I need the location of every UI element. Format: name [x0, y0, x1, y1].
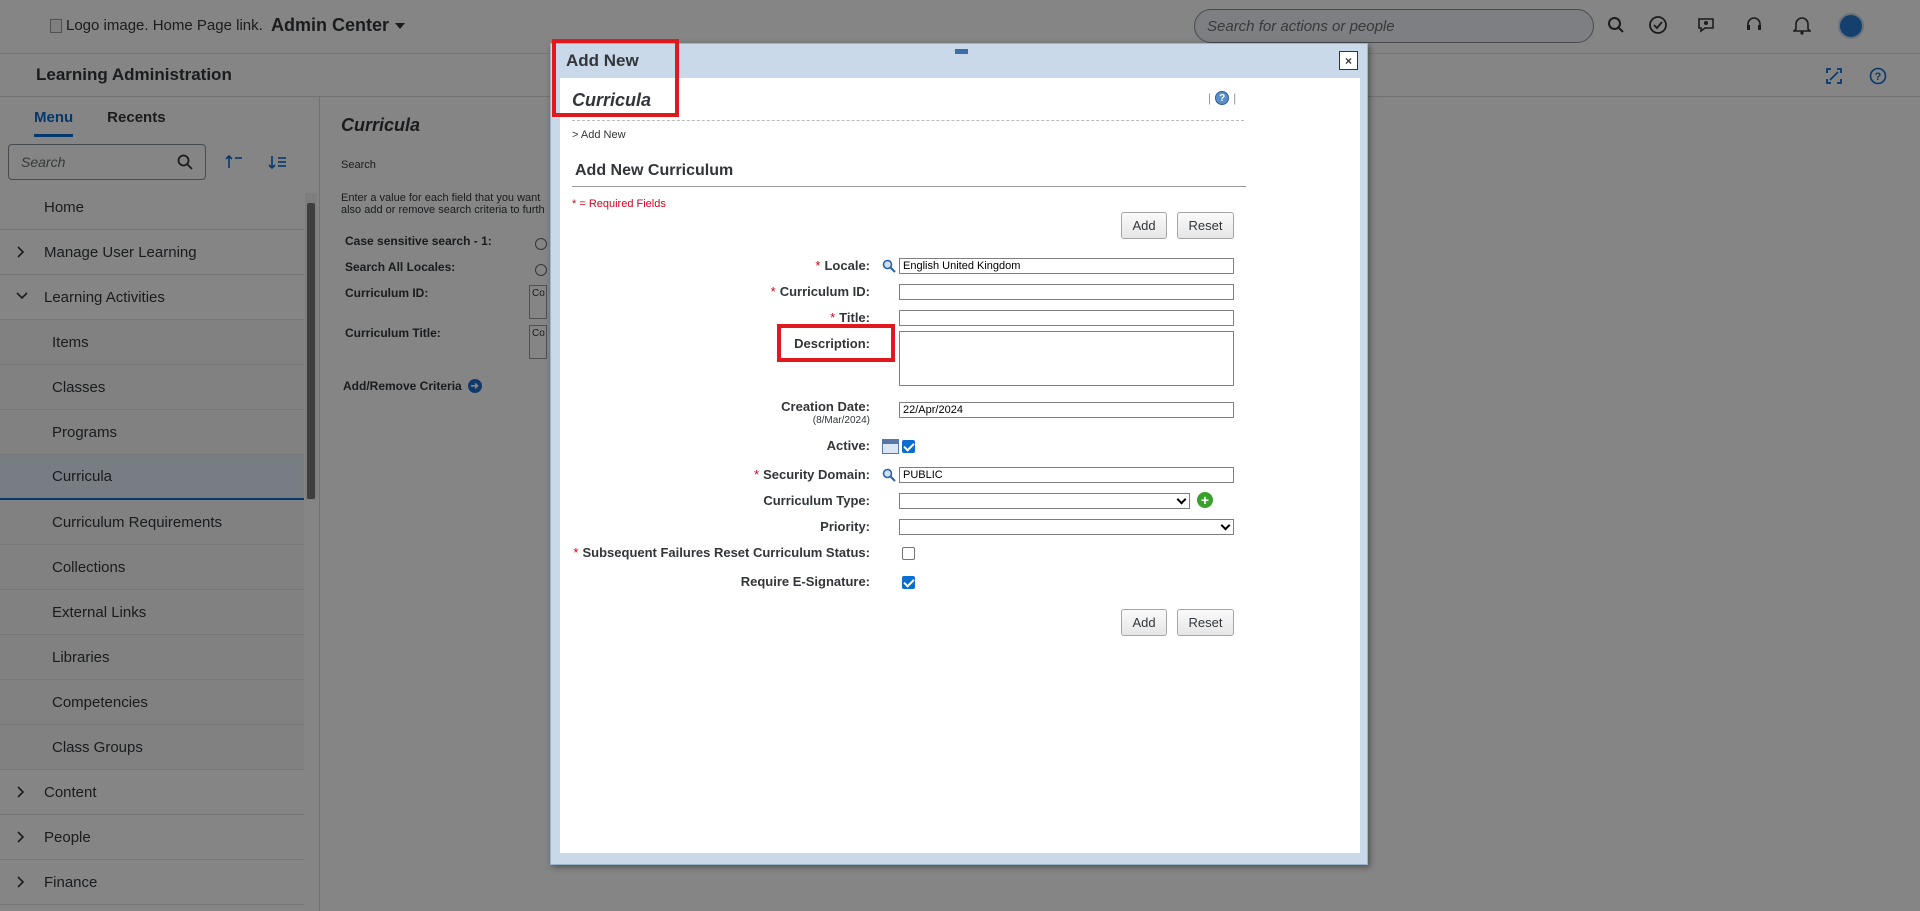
- add-type-icon[interactable]: +: [1197, 492, 1213, 508]
- chevron-down-icon: [1220, 520, 1231, 531]
- require-esignature-label: Require E-Signature:: [740, 574, 870, 589]
- curriculum-id-field[interactable]: [899, 284, 1234, 300]
- curriculum-id-label-text: Curriculum ID:: [779, 284, 870, 299]
- section-divider: [572, 186, 1246, 187]
- chevron-down-icon: [1176, 494, 1187, 505]
- close-icon[interactable]: ×: [1339, 51, 1358, 70]
- add-new-dialog: Add New × Curricula | ? | > Add New Add …: [550, 43, 1368, 865]
- creation-date-label-text: Creation Date:: [781, 399, 870, 414]
- add-button-bottom[interactable]: Add: [1121, 609, 1167, 636]
- title-field[interactable]: [899, 310, 1234, 326]
- section-title: Add New Curriculum: [575, 162, 734, 179]
- description-field[interactable]: [899, 331, 1234, 386]
- heading-divider: [572, 120, 1244, 121]
- locale-label: * Locale:: [815, 258, 870, 273]
- active-checkbox[interactable]: [902, 440, 915, 453]
- add-button-top[interactable]: Add: [1121, 212, 1167, 239]
- subsequent-failures-label: * Subsequent Failures Reset Curriculum St…: [573, 545, 870, 560]
- curriculum-id-label: * Curriculum ID:: [770, 284, 870, 299]
- dialog-body: Curricula | ? | > Add New Add New Curric…: [560, 78, 1360, 853]
- subsequent-failures-label-text: Subsequent Failures Reset Curriculum Sta…: [582, 545, 870, 560]
- lookup-search-icon[interactable]: [882, 259, 896, 273]
- divider: |: [1208, 91, 1212, 105]
- breadcrumb: > Add New: [572, 129, 626, 141]
- required-fields-note: * = Required Fields: [572, 198, 666, 210]
- dialog-help[interactable]: | ? |: [1208, 91, 1236, 105]
- active-label: Active:: [826, 438, 870, 453]
- title-label: * Title:: [830, 310, 870, 325]
- calendar-icon[interactable]: [882, 439, 899, 454]
- security-domain-field[interactable]: PUBLIC: [899, 467, 1234, 483]
- locale-label-text: Locale:: [824, 258, 870, 273]
- creation-date-field[interactable]: 22/Apr/2024: [899, 402, 1234, 418]
- reset-button-top[interactable]: Reset: [1177, 212, 1234, 239]
- priority-label: Priority:: [820, 519, 870, 534]
- security-domain-label: * Security Domain:: [754, 467, 870, 482]
- divider: |: [1233, 91, 1237, 105]
- require-esignature-checkbox[interactable]: [902, 576, 915, 589]
- curriculum-type-select[interactable]: [899, 493, 1190, 509]
- title-label-text: Title:: [839, 310, 870, 325]
- highlight-box-description: [777, 324, 895, 362]
- creation-date-hint: (8/Mar/2024): [812, 415, 870, 426]
- security-domain-label-text: Security Domain:: [763, 467, 870, 482]
- locale-field[interactable]: English United Kingdom: [899, 258, 1234, 274]
- minimize-icon[interactable]: [955, 49, 968, 54]
- priority-select[interactable]: [899, 519, 1234, 535]
- curriculum-type-label: Curriculum Type:: [763, 493, 870, 508]
- lookup-search-icon[interactable]: [882, 468, 896, 482]
- creation-date-label: Creation Date: (8/Mar/2024): [781, 400, 870, 428]
- reset-button-bottom[interactable]: Reset: [1177, 609, 1234, 636]
- subsequent-failures-checkbox[interactable]: [902, 547, 915, 560]
- highlight-box-dialog-title: [552, 39, 679, 117]
- help-icon[interactable]: ?: [1215, 91, 1230, 105]
